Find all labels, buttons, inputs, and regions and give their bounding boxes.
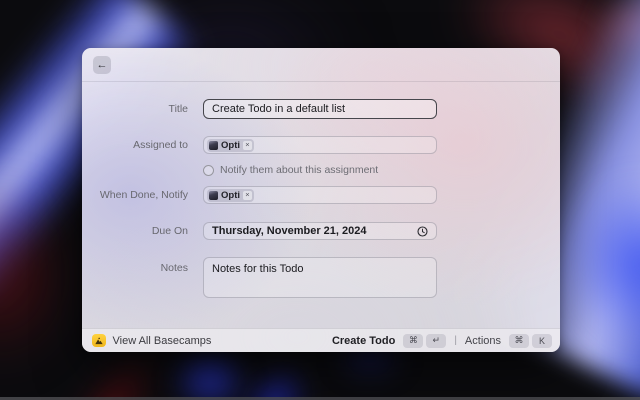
notes-textarea[interactable]: Notes for this Todo: [203, 257, 437, 298]
title-value: Create Todo in a default list: [212, 103, 346, 115]
notify-name: Opti: [221, 189, 240, 201]
assignee-tag[interactable]: Opti ×: [207, 138, 254, 152]
assigned-to-label: Assigned to: [133, 139, 188, 151]
cmd-key-icon: ⌘: [509, 333, 529, 348]
notify-row: Notify them about this assignment: [82, 164, 560, 176]
due-on-value: Thursday, November 21, 2024: [212, 225, 367, 237]
when-done-notify-label: When Done, Notify: [99, 189, 188, 201]
view-all-basecamps-button[interactable]: View All Basecamps: [92, 333, 212, 348]
clock-icon[interactable]: [417, 225, 428, 237]
notify-tag[interactable]: Opti ×: [207, 188, 254, 202]
assigned-to-input[interactable]: Opti ×: [203, 136, 437, 154]
title-label: Title: [168, 103, 188, 115]
view-all-basecamps-label: View All Basecamps: [112, 334, 212, 347]
back-button[interactable]: ←: [93, 56, 111, 74]
return-key-icon: ↵: [426, 333, 447, 348]
create-todo-shortcut: ⌘ ↵: [403, 333, 447, 348]
due-on-row: Due On Thursday, November 21, 2024: [82, 222, 560, 240]
avatar: [209, 190, 218, 200]
title-row: Title Create Todo in a default list: [82, 99, 560, 119]
header-divider: [82, 81, 560, 82]
bg-blue-glow-right: [555, 160, 640, 370]
remove-tag-icon[interactable]: ×: [243, 140, 252, 150]
actions-shortcut: ⌘ K: [509, 333, 552, 348]
footer-actions-group: Create Todo ⌘ ↵ | Actions ⌘ K: [332, 333, 552, 348]
notify-checkbox-label[interactable]: Notify them about this assignment: [220, 164, 378, 176]
assignee-name: Opti: [221, 139, 240, 151]
avatar: [209, 140, 218, 150]
when-done-notify-row: When Done, Notify Opti ×: [82, 186, 560, 204]
notify-checkbox[interactable]: [203, 164, 214, 176]
due-on-input[interactable]: Thursday, November 21, 2024: [203, 222, 437, 240]
basecamp-logo-icon: [92, 333, 106, 348]
actions-button[interactable]: Actions: [465, 335, 501, 347]
notes-value: Notes for this Todo: [212, 263, 304, 275]
action-bar: View All Basecamps Create Todo ⌘ ↵ | Act…: [82, 328, 560, 352]
due-on-label: Due On: [151, 225, 188, 237]
create-todo-button[interactable]: Create Todo: [332, 335, 395, 347]
back-arrow-icon: ←: [96, 59, 108, 71]
k-key-icon: K: [532, 333, 552, 348]
bg-red-glow-left: [0, 160, 90, 390]
title-input[interactable]: Create Todo in a default list: [203, 99, 437, 119]
notes-label: Notes: [160, 262, 188, 274]
cmd-key-icon: ⌘: [403, 333, 424, 348]
remove-tag-icon[interactable]: ×: [243, 190, 252, 200]
assigned-to-row: Assigned to Opti ×: [82, 136, 560, 154]
footer-divider: |: [454, 335, 457, 346]
notes-row: Notes Notes for this Todo: [82, 257, 560, 298]
create-todo-window: ← Title Create Todo in a default list As…: [82, 48, 560, 352]
bg-pink-glow-topright: [580, 0, 640, 70]
when-done-notify-input[interactable]: Opti ×: [203, 186, 437, 204]
